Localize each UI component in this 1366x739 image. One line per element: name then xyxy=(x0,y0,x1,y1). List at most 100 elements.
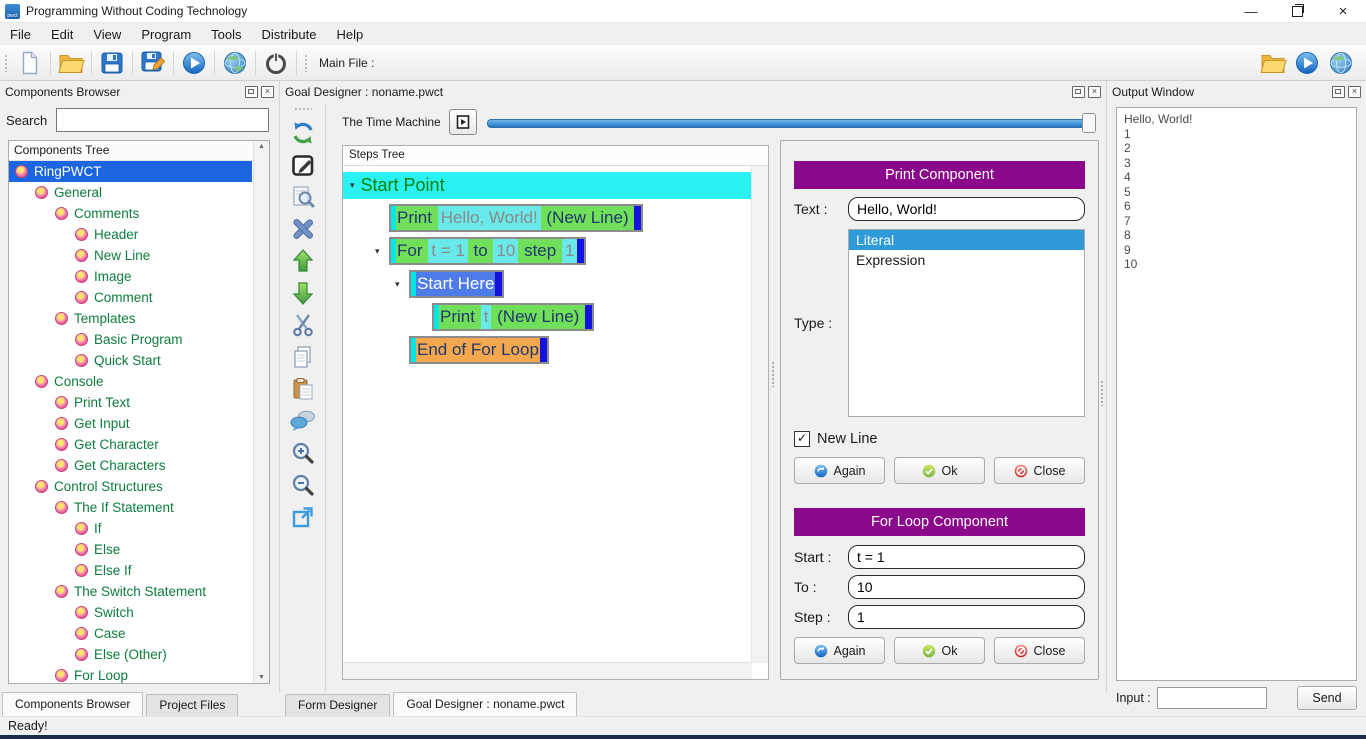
type-option[interactable]: Literal xyxy=(849,230,1084,250)
tree-item[interactable]: Else xyxy=(9,539,252,560)
step-input[interactable] xyxy=(848,605,1085,629)
console-input[interactable] xyxy=(1157,687,1267,709)
panel-close-icon[interactable]: × xyxy=(1088,86,1101,98)
ok-button[interactable]: Ok xyxy=(894,457,985,484)
step-chip[interactable]: Print t (New Line) xyxy=(432,303,594,331)
tree-item[interactable]: Print Text xyxy=(9,392,252,413)
save-icon[interactable] xyxy=(95,49,129,77)
tree-item[interactable]: If xyxy=(9,518,252,539)
interact-icon[interactable] xyxy=(289,120,317,146)
copy-icon[interactable] xyxy=(289,344,317,370)
splitter-grip[interactable] xyxy=(771,361,776,387)
move-down-icon[interactable] xyxy=(289,280,317,306)
panel-float-icon[interactable] xyxy=(1072,86,1085,98)
zoom-in-icon[interactable] xyxy=(289,440,317,466)
tree-item[interactable]: Templates xyxy=(9,308,252,329)
close-button[interactable]: Close xyxy=(994,457,1085,484)
expand-arrow-icon[interactable]: ▾ xyxy=(350,180,355,191)
tree-item[interactable]: Image xyxy=(9,266,252,287)
again-button[interactable]: Again xyxy=(794,457,885,484)
slider-handle[interactable] xyxy=(1082,113,1096,133)
web-icon[interactable] xyxy=(218,49,252,77)
ok-button[interactable]: Ok xyxy=(894,637,985,664)
minimize-button[interactable]: — xyxy=(1228,0,1274,22)
tab-project-files[interactable]: Project Files xyxy=(146,694,238,716)
again-button[interactable]: Again xyxy=(794,637,885,664)
move-up-icon[interactable] xyxy=(289,248,317,274)
tree-item[interactable]: General xyxy=(9,182,252,203)
cut-icon[interactable] xyxy=(289,312,317,338)
tree-item[interactable]: The If Statement xyxy=(9,497,252,518)
close-button[interactable]: × xyxy=(1320,0,1366,22)
tree-item[interactable]: Quick Start xyxy=(9,350,252,371)
transfer-icon[interactable] xyxy=(289,504,317,530)
tree-item[interactable]: Else (Other) xyxy=(9,644,252,665)
newline-checkbox[interactable]: ✓ xyxy=(794,431,810,447)
tree-item[interactable]: Comments xyxy=(9,203,252,224)
panel-close-icon[interactable]: × xyxy=(261,86,274,98)
time-machine-slider[interactable] xyxy=(487,112,1096,132)
start-input[interactable] xyxy=(848,545,1085,569)
step-chip[interactable]: For t = 1 to 10 step 1 xyxy=(389,237,586,265)
tree-item[interactable]: Comment xyxy=(9,287,252,308)
menu-tools[interactable]: Tools xyxy=(201,24,251,45)
delete-icon[interactable] xyxy=(289,216,317,242)
tree-item[interactable]: Basic Program xyxy=(9,329,252,350)
menu-edit[interactable]: Edit xyxy=(41,24,83,45)
panel-float-icon[interactable] xyxy=(1332,86,1345,98)
edit-icon[interactable] xyxy=(289,152,317,178)
open-file-icon[interactable] xyxy=(54,49,88,77)
steps-vertical-scrollbar[interactable] xyxy=(751,166,768,663)
open-project-icon[interactable] xyxy=(1256,49,1290,77)
time-machine-button[interactable] xyxy=(449,109,477,135)
panel-float-icon[interactable] xyxy=(245,86,258,98)
tree-item[interactable]: Control Structures xyxy=(9,476,252,497)
tab-form-designer[interactable]: Form Designer xyxy=(285,694,390,716)
expand-arrow-icon[interactable]: ▾ xyxy=(375,246,380,257)
menu-file[interactable]: File xyxy=(0,24,41,45)
text-input[interactable] xyxy=(848,197,1085,221)
steps-horizontal-scrollbar[interactable] xyxy=(343,662,752,679)
web-icon[interactable] xyxy=(1324,49,1358,77)
tree-item[interactable]: Get Input xyxy=(9,413,252,434)
close-button[interactable]: Close xyxy=(994,637,1085,664)
output-text-area[interactable]: Hello, World!12345678910 xyxy=(1116,107,1357,681)
new-file-icon[interactable] xyxy=(13,49,47,77)
step-chip[interactable]: Print Hello, World! (New Line) xyxy=(389,204,643,232)
splitter-grip[interactable] xyxy=(1100,380,1105,406)
tab-components-browser[interactable]: Components Browser xyxy=(2,692,143,716)
tab-goal-designer-noname-pwct[interactable]: Goal Designer : noname.pwct xyxy=(393,692,577,716)
tree-item[interactable]: RingPWCT xyxy=(9,161,252,182)
tree-item[interactable]: Console xyxy=(9,371,252,392)
run-icon[interactable] xyxy=(177,49,211,77)
tree-item[interactable]: The Switch Statement xyxy=(9,581,252,602)
tree-item[interactable]: Header xyxy=(9,224,252,245)
run-icon[interactable] xyxy=(1290,49,1324,77)
menu-view[interactable]: View xyxy=(83,24,131,45)
tree-item[interactable]: Else If xyxy=(9,560,252,581)
slider-track[interactable] xyxy=(487,119,1096,128)
send-button[interactable]: Send xyxy=(1297,686,1357,710)
tree-item[interactable]: Case xyxy=(9,623,252,644)
menu-program[interactable]: Program xyxy=(131,24,201,45)
to-input[interactable] xyxy=(848,575,1085,599)
paste-icon[interactable] xyxy=(289,376,317,402)
search-input[interactable] xyxy=(56,108,269,132)
menu-distribute[interactable]: Distribute xyxy=(252,24,327,45)
type-option[interactable]: Expression xyxy=(849,250,1084,270)
menu-help[interactable]: Help xyxy=(326,24,373,45)
zoom-out-icon[interactable] xyxy=(289,472,317,498)
tree-item[interactable]: New Line xyxy=(9,245,252,266)
tree-item[interactable]: Get Characters xyxy=(9,455,252,476)
tree-scrollbar[interactable]: ▲▼ xyxy=(253,141,269,683)
expand-arrow-icon[interactable]: ▾ xyxy=(395,279,400,290)
view-icon[interactable] xyxy=(289,184,317,210)
panel-close-icon[interactable]: × xyxy=(1348,86,1361,98)
tree-item[interactable]: Switch xyxy=(9,602,252,623)
maximize-button[interactable] xyxy=(1274,0,1320,22)
step-chip[interactable]: End of For Loop xyxy=(409,336,549,364)
step-start-point[interactable]: ▾Start Point xyxy=(343,172,752,199)
tree-item[interactable]: For Loop xyxy=(9,665,252,683)
tree-item[interactable]: Get Character xyxy=(9,434,252,455)
power-icon[interactable] xyxy=(259,49,293,77)
